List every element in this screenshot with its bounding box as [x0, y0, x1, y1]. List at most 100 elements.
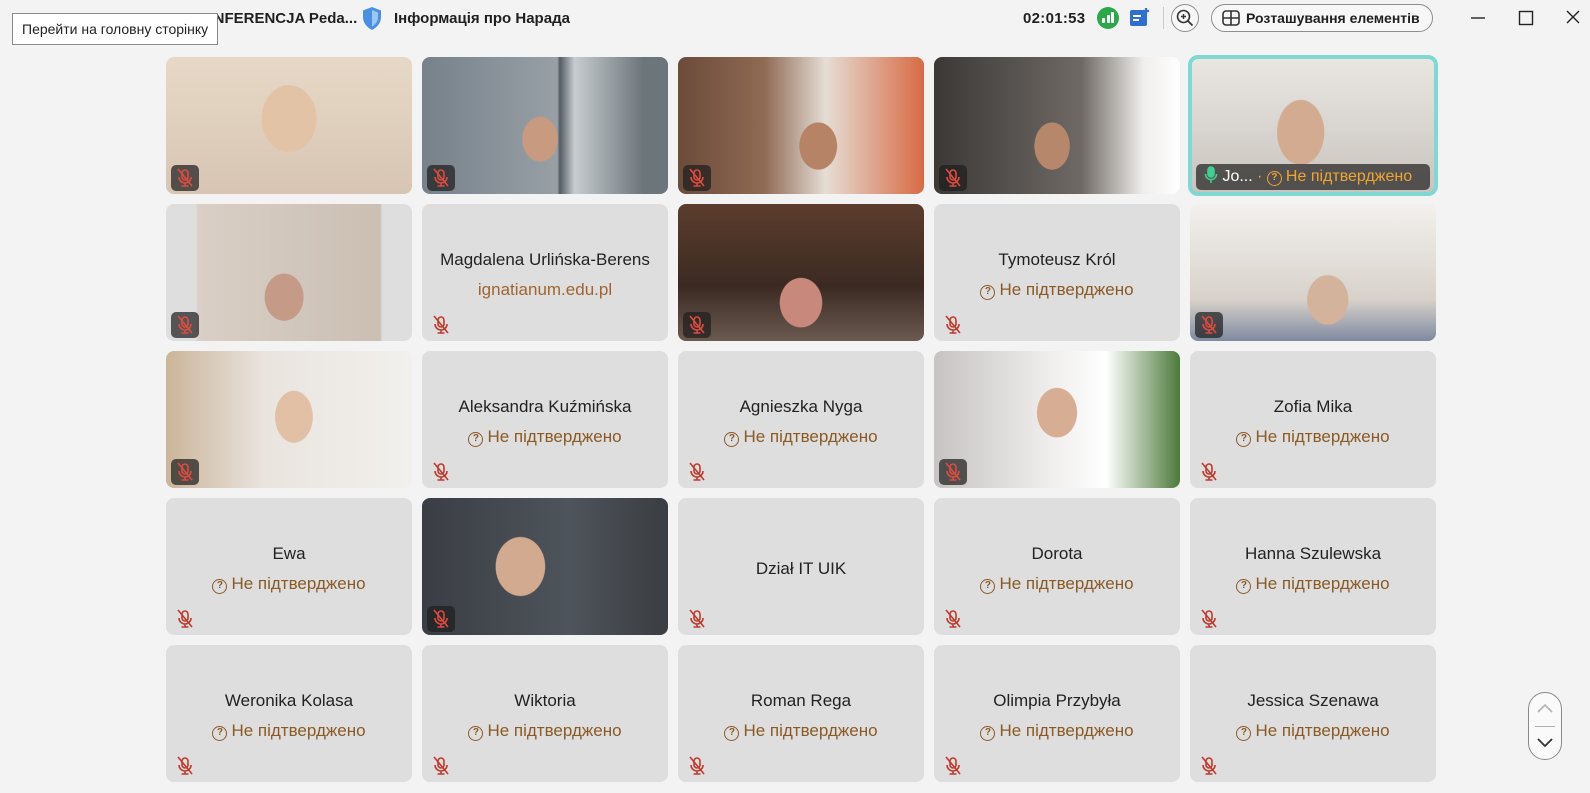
question-circle-icon: ? — [1236, 726, 1252, 741]
network-signal-icon[interactable] — [1097, 7, 1119, 29]
participant-status: Не підтверджено — [743, 721, 878, 740]
participant-status: Не підтверджено — [487, 427, 622, 446]
mic-muted-icon — [171, 459, 199, 485]
participant-tile[interactable] — [166, 351, 412, 488]
participant-tile[interactable]: Jessica Szenawa ? Не підтверджено — [1190, 645, 1436, 782]
participant-name: Agnieszka Nyga — [739, 397, 863, 416]
participant-tile[interactable]: Wiktoria ? Не підтверджено — [422, 645, 668, 782]
participant-status: Не підтверджено — [999, 721, 1134, 740]
shield-icon[interactable] — [361, 6, 383, 31]
participant-domain: ignatianum.edu.pl — [477, 280, 613, 299]
participant-tile[interactable]: Roman Rega ? Не підтверджено — [678, 645, 924, 782]
participant-status: Не підтверджено — [999, 280, 1134, 299]
mic-muted-icon — [177, 756, 193, 775]
participant-tile[interactable] — [1190, 204, 1436, 341]
participant-tile[interactable]: Zofia Mika ? Не підтверджено — [1190, 351, 1436, 488]
participant-name: Olimpia Przybyła — [993, 691, 1121, 710]
participant-name: Tymoteusz Król — [998, 250, 1116, 269]
participant-tile[interactable]: Ewa ? Не підтверджено — [166, 498, 412, 635]
layout-button-label: Розташування елементів — [1246, 10, 1420, 26]
maximize-icon[interactable] — [1515, 8, 1537, 28]
participant-tile[interactable] — [678, 57, 924, 194]
participant-name: Zofia Mika — [1273, 397, 1353, 416]
mic-muted-icon — [1201, 756, 1217, 775]
participant-status: Не підтверджено — [1255, 427, 1390, 446]
question-circle-icon: ? — [980, 285, 996, 300]
mic-muted-icon — [689, 756, 705, 775]
participant-tile[interactable]: Agnieszka Nyga ? Не підтверджено — [678, 351, 924, 488]
mic-muted-icon — [171, 165, 199, 191]
participant-name: Roman Rega — [750, 691, 852, 710]
question-circle-icon: ? — [468, 726, 484, 741]
participant-tile[interactable]: Dorota ? Не підтверджено — [934, 498, 1180, 635]
participant-tile[interactable]: Weronika Kolasa ? Не підтверджено — [166, 645, 412, 782]
participant-tile[interactable]: Hanna Szulewska ? Не підтверджено — [1190, 498, 1436, 635]
mic-muted-icon — [433, 462, 449, 481]
question-circle-icon: ? — [1266, 171, 1282, 186]
participant-name: Ewa — [272, 544, 306, 563]
participant-tile[interactable]: Olimpia Przybyła ? Не підтверджено — [934, 645, 1180, 782]
participant-name: Aleksandra Kuźmińska — [458, 397, 632, 416]
home-tooltip: Перейти на головну сторінку — [12, 13, 219, 45]
participant-tile[interactable] — [166, 57, 412, 194]
zoom-button[interactable] — [1171, 4, 1199, 32]
participant-tile[interactable] — [934, 351, 1180, 488]
participant-tile[interactable]: Dział IT UIK — [678, 498, 924, 635]
participant-tile[interactable] — [678, 204, 924, 341]
question-circle-icon: ? — [212, 579, 228, 594]
close-icon[interactable] — [1562, 8, 1584, 28]
question-circle-icon: ? — [1236, 579, 1252, 594]
mic-muted-icon — [171, 312, 199, 338]
participant-tile[interactable] — [422, 498, 668, 635]
mic-muted-icon — [939, 459, 967, 485]
meeting-info-button[interactable]: Інформація про Нарада — [394, 10, 570, 27]
mic-muted-icon — [683, 165, 711, 191]
speaker-name-bar: Jo... · ? Не підтверджено — [1196, 164, 1430, 190]
question-circle-icon: ? — [980, 726, 996, 741]
participant-status: Не підтверджено — [231, 574, 366, 593]
participant-grid: Jo... · ? Не підтверджено Magdalena Urliń… — [166, 55, 1438, 782]
participant-status: Не підтверджено — [231, 721, 366, 740]
mic-muted-icon — [1201, 609, 1217, 628]
participant-status: Не підтверджено — [743, 427, 878, 446]
participant-tile[interactable] — [934, 57, 1180, 194]
participant-tile[interactable] — [166, 204, 412, 341]
chevron-down-icon[interactable] — [1536, 733, 1554, 753]
mic-muted-icon — [683, 312, 711, 338]
grid-layout-icon — [1222, 10, 1240, 26]
participant-name: Dział IT UIK — [755, 559, 847, 578]
title-bar: MIĘDZYNARODOWA KONFERENCJA Peda... Перей… — [0, 0, 1590, 45]
minimize-icon[interactable] — [1467, 8, 1489, 28]
mic-muted-icon — [939, 165, 967, 191]
participant-tile[interactable] — [422, 57, 668, 194]
participant-tile[interactable]: Tymoteusz Król ? Не підтверджено — [934, 204, 1180, 341]
whiteboard-icon[interactable] — [1128, 6, 1152, 30]
participant-tile[interactable]: Aleksandra Kuźmińska ? Не підтверджено — [422, 351, 668, 488]
mic-muted-icon — [945, 609, 961, 628]
mic-muted-icon — [427, 606, 455, 632]
participant-tile[interactable]: Magdalena Urlińska-Berens ignatianum.edu… — [422, 204, 668, 341]
layout-button[interactable]: Розташування елементів — [1211, 4, 1433, 32]
participant-status: Не підтверджено — [1255, 574, 1390, 593]
mic-muted-icon — [1201, 462, 1217, 481]
question-circle-icon: ? — [468, 432, 484, 447]
participant-name: Hanna Szulewska — [1244, 544, 1382, 563]
participant-status: Не підтверджено — [999, 574, 1134, 593]
question-circle-icon: ? — [212, 726, 228, 741]
participant-name: Wiktoria — [514, 691, 576, 710]
toolbar-separator — [1163, 7, 1164, 29]
chevron-up-icon[interactable] — [1536, 699, 1554, 719]
question-circle-icon: ? — [724, 726, 740, 741]
mic-muted-icon — [1195, 312, 1223, 338]
mic-muted-icon — [177, 609, 193, 628]
mic-muted-icon — [945, 756, 961, 775]
participant-name: Dorota — [1031, 544, 1083, 563]
participant-tile-speaking[interactable]: Jo... · ? Не підтверджено — [1188, 55, 1438, 196]
mic-muted-icon — [689, 462, 705, 481]
mic-muted-icon — [945, 315, 961, 334]
mic-icon — [1204, 166, 1218, 183]
mic-muted-icon — [427, 165, 455, 191]
participant-name: Magdalena Urlińska-Berens — [440, 250, 650, 269]
mic-muted-icon — [689, 609, 705, 628]
participant-status: Не підтверджено — [487, 721, 622, 740]
